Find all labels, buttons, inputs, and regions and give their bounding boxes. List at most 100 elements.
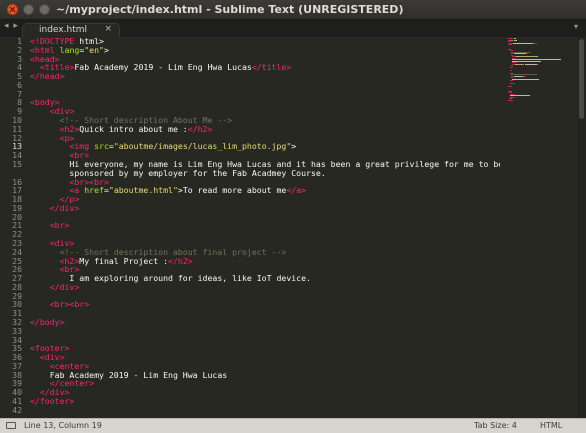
code-line[interactable]: <html lang="en"> bbox=[30, 44, 500, 55]
code-line[interactable] bbox=[30, 336, 500, 345]
code-token: </h2> bbox=[168, 255, 193, 266]
code-token: "en" bbox=[84, 44, 104, 55]
sublime-window: ~/myproject/index.html - Sublime Text (U… bbox=[0, 0, 586, 433]
minimap-line bbox=[510, 83, 515, 84]
tab-size-selector[interactable]: Tab Size: 4 bbox=[474, 421, 517, 430]
code-line[interactable] bbox=[30, 406, 500, 415]
code-line[interactable]: <div> bbox=[30, 353, 500, 362]
minimap-line bbox=[513, 53, 526, 54]
minimap-line bbox=[516, 39, 517, 41]
minimap-line bbox=[512, 42, 533, 44]
code-token: </body> bbox=[30, 317, 65, 327]
code-line[interactable]: <footer> bbox=[30, 344, 500, 353]
scrollbar-thumb[interactable] bbox=[579, 39, 584, 119]
code-line[interactable]: </body> bbox=[30, 318, 500, 327]
line-number: 42 bbox=[12, 404, 22, 415]
maximize-icon[interactable] bbox=[39, 4, 50, 15]
code-line[interactable]: <body> bbox=[30, 98, 500, 107]
code-line[interactable] bbox=[30, 213, 500, 222]
tab-dropdown-icon[interactable]: ▾ bbox=[574, 22, 578, 31]
code-line[interactable]: <h2>My final Project :</h2> bbox=[30, 255, 500, 266]
code-token: </div> bbox=[49, 202, 80, 213]
minimap-line bbox=[523, 75, 527, 77]
title-bar[interactable]: ~/myproject/index.html - Sublime Text (U… bbox=[0, 0, 586, 20]
minimap-line bbox=[510, 80, 514, 81]
minimap-line bbox=[510, 69, 513, 71]
minimap-line bbox=[513, 75, 524, 77]
code-token: "aboutme.html" bbox=[108, 185, 178, 196]
code-token: src bbox=[89, 141, 109, 152]
code-token: > bbox=[103, 44, 109, 55]
cursor-position: Line 13, Column 19 bbox=[24, 421, 102, 430]
vertical-scrollbar[interactable] bbox=[578, 37, 586, 418]
tab-label: index.html bbox=[39, 25, 87, 35]
tab-close-icon[interactable]: × bbox=[104, 24, 112, 34]
syntax-selector[interactable]: HTML bbox=[540, 421, 562, 430]
code-line[interactable]: </p> bbox=[30, 195, 500, 204]
code-token: Quick intro about me : bbox=[79, 123, 188, 134]
code-token: "aboutme/images/lucas_lim_photo.jpg" bbox=[113, 141, 292, 152]
code-token: > bbox=[291, 141, 297, 152]
code-token: </h2> bbox=[187, 123, 213, 134]
code-token: <br> bbox=[49, 220, 70, 231]
code-line[interactable] bbox=[30, 292, 500, 301]
minimap-line bbox=[537, 56, 538, 57]
code-line[interactable]: </div> bbox=[30, 202, 500, 213]
code-token: <br><br> bbox=[49, 299, 90, 310]
minimap-line bbox=[510, 66, 514, 68]
minimap[interactable] bbox=[508, 37, 574, 418]
code-token: </a> bbox=[286, 185, 307, 196]
code-line[interactable]: <title>Fab Academy 2019 - Lim Eng Hwa Lu… bbox=[30, 63, 500, 72]
code-line[interactable]: <br><br> bbox=[30, 300, 500, 309]
code-token: My final Project : bbox=[79, 255, 169, 266]
status-bar: Line 13, Column 19 Tab Size: 4 HTML bbox=[0, 418, 586, 433]
tab-index-html[interactable]: index.html × bbox=[22, 23, 120, 37]
code-line[interactable]: I am exploring around for ideas, like Io… bbox=[30, 274, 500, 283]
tab-bar: ◂ ▸ index.html × ▾ bbox=[0, 20, 586, 37]
tab-nav-arrows-icon[interactable]: ◂ ▸ bbox=[4, 21, 19, 31]
minimize-icon[interactable] bbox=[23, 4, 34, 15]
minimap-line bbox=[532, 42, 538, 44]
code-line[interactable] bbox=[30, 81, 500, 90]
code-token: </div> bbox=[49, 281, 80, 292]
minimap-line bbox=[508, 44, 512, 45]
code-token: Fab Academy 2019 - Lim Eng Hwa Lucas bbox=[74, 62, 252, 73]
code-line[interactable]: </center> bbox=[30, 379, 500, 388]
code-token: href bbox=[79, 185, 104, 196]
code-token: </head> bbox=[30, 71, 65, 82]
code-line[interactable]: <h2>Quick intro about me :</h2> bbox=[30, 123, 500, 134]
code-line[interactable] bbox=[30, 230, 500, 239]
code-editor[interactable]: <!DOCTYPE html> <html lang="en"> <head> <t… bbox=[30, 37, 500, 418]
code-line[interactable] bbox=[30, 327, 500, 336]
minimap-line bbox=[524, 63, 537, 65]
code-line[interactable]: </footer> bbox=[30, 397, 500, 406]
minimap-line bbox=[516, 63, 525, 65]
code-line[interactable] bbox=[30, 309, 500, 318]
code-token: >To read more about me bbox=[177, 185, 287, 196]
minimap-line bbox=[508, 86, 512, 87]
code-line[interactable]: <img src="aboutme/images/lucas_lim_photo… bbox=[30, 142, 500, 151]
panel-toggle-icon[interactable] bbox=[6, 422, 16, 429]
close-icon[interactable] bbox=[7, 4, 18, 15]
code-token: </title> bbox=[251, 62, 292, 73]
code-line[interactable]: Fab Academy 2019 - Lim Eng Hwa Lucas bbox=[30, 370, 500, 380]
minimap-line bbox=[517, 56, 538, 57]
code-line[interactable] bbox=[30, 90, 500, 99]
code-token: </footer> bbox=[30, 396, 75, 407]
minimap-line bbox=[536, 63, 539, 65]
minimap-line bbox=[512, 78, 540, 80]
code-line[interactable]: <br> bbox=[30, 221, 500, 230]
code-line[interactable]: </div> bbox=[30, 281, 500, 292]
code-line[interactable]: <a href="aboutme.html">To read more abou… bbox=[30, 186, 500, 195]
code-line[interactable]: </div> bbox=[30, 388, 500, 397]
line-number-gutter: 1 2 3 4 5 6 7 8 9 10 11 12 13 14 15 16 17 18 19 20 21 22 23 24 2… bbox=[0, 37, 24, 418]
minimap-line bbox=[525, 53, 529, 54]
minimap-line bbox=[508, 99, 513, 101]
window-title: ~/myproject/index.html - Sublime Text (U… bbox=[56, 3, 404, 16]
line-number: 15 bbox=[12, 158, 22, 169]
code-line[interactable]: </head> bbox=[30, 72, 500, 81]
